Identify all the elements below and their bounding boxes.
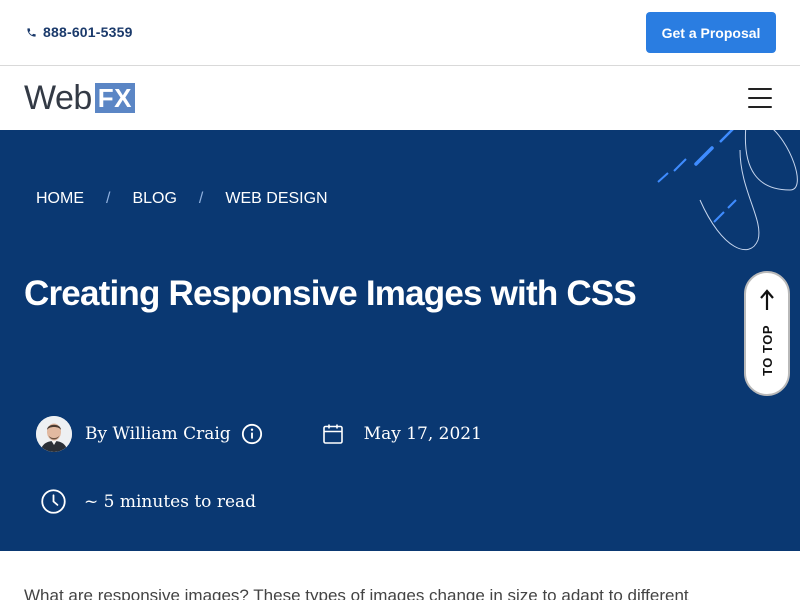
breadcrumb-separator: / [198,190,204,207]
breadcrumb-separator: / [106,190,111,207]
phone-link[interactable]: 888-601-5359 [26,24,133,40]
hero-section: HOME / BLOG / WEB DESIGN Creating Respon… [0,130,800,551]
breadcrumb-blog[interactable]: BLOG [132,190,176,208]
logo-text: Web [24,79,92,117]
clock-icon [41,489,66,514]
breadcrumb: HOME / BLOG / WEB DESIGN [36,190,328,208]
top-bar: 888-601-5359 Get a Proposal [0,0,800,66]
phone-icon [27,27,36,37]
webfx-logo[interactable]: Web FX [24,79,136,117]
to-top-label: TO TOP [759,325,775,376]
hamburger-menu-icon[interactable] [748,87,772,109]
read-time: ~ 5 minutes to read [40,488,256,515]
phone-number: 888-601-5359 [43,24,133,40]
arrow-up-icon [760,289,774,310]
publish-date: May 17, 2021 [321,422,482,446]
article-meta: By William Craig May 17, 2021 [36,416,482,452]
breadcrumb-web-design[interactable]: WEB DESIGN [225,190,327,208]
page-title: Creating Responsive Images with CSS [24,274,637,313]
author-avatar[interactable] [36,416,72,452]
date-text: May 17, 2021 [363,424,482,444]
article-intro: What are responsive images? These types … [24,586,689,600]
logo-badge: FX [94,83,136,113]
main-nav: Web FX [0,67,800,130]
decorative-swirl [657,130,798,250]
to-top-button[interactable]: TO TOP [744,271,790,396]
get-proposal-button[interactable]: Get a Proposal [646,12,776,53]
breadcrumb-home[interactable]: HOME [36,190,84,208]
read-time-text: ~ 5 minutes to read [84,491,257,512]
info-icon[interactable] [241,423,263,445]
author-name[interactable]: By William Craig [85,424,231,444]
calendar-icon [322,424,343,444]
